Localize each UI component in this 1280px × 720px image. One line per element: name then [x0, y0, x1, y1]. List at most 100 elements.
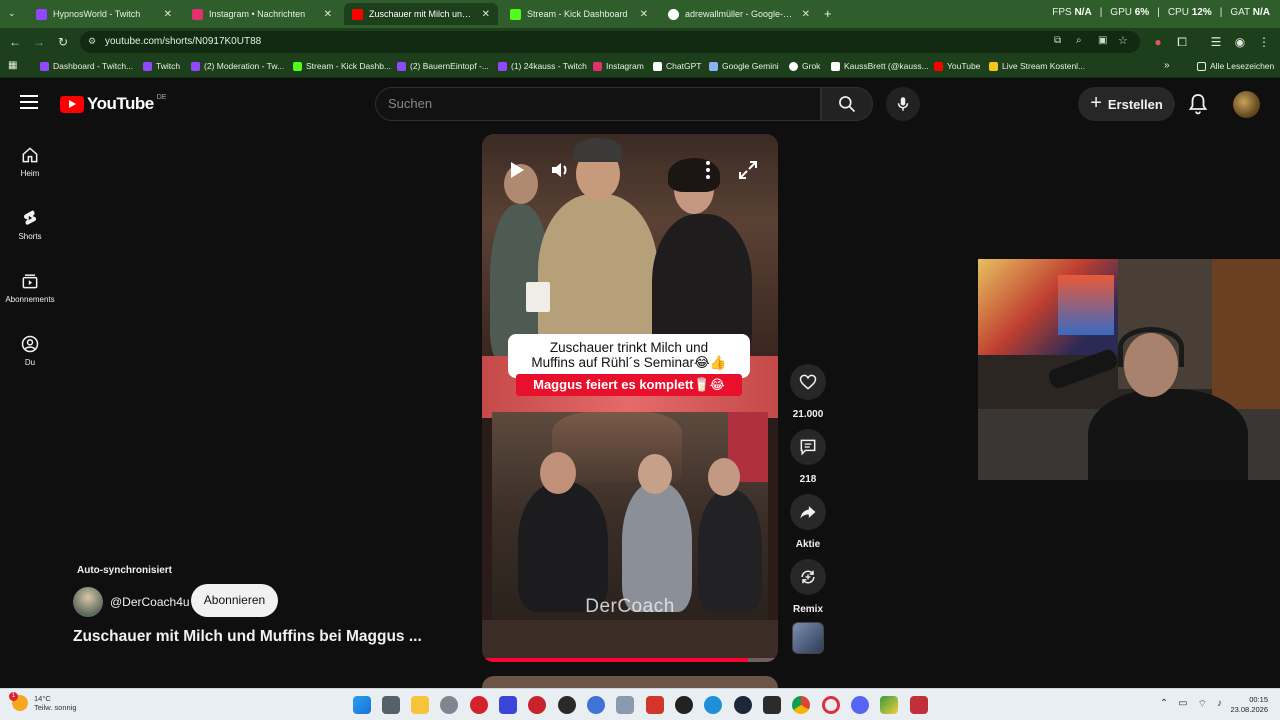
bookmark-item[interactable]: Instagram [593, 61, 644, 71]
sound-thumbnail[interactable] [792, 622, 824, 654]
bookmark-item[interactable]: Grok [789, 61, 820, 71]
next-short-preview[interactable] [482, 676, 778, 688]
media-controls-icon[interactable]: ☰ [1208, 34, 1224, 50]
opera-icon[interactable] [822, 696, 840, 714]
fullscreen-icon[interactable] [736, 158, 760, 182]
file-explorer-icon[interactable] [411, 696, 429, 714]
more-options-icon[interactable] [696, 158, 720, 182]
tray-chevron-icon[interactable]: ⌃ [1160, 698, 1168, 711]
translate-icon[interactable]: ⧉ [1054, 35, 1061, 46]
share-button[interactable] [790, 494, 826, 530]
speaker-icon[interactable]: ♪ [1217, 698, 1222, 711]
video-title[interactable]: Zuschauer mit Milch und Muffins bei Magg… [73, 628, 422, 646]
forward-icon[interactable]: → [31, 34, 47, 50]
notifications-button[interactable] [1186, 92, 1210, 116]
steam-icon[interactable] [734, 696, 752, 714]
search-button[interactable] [821, 87, 873, 121]
extension-record-icon[interactable]: ● [1150, 34, 1166, 50]
bookmark-item[interactable]: KaussBrett (@kauss... [831, 61, 929, 71]
subscribe-button[interactable]: Abonnieren [191, 584, 278, 617]
voice-search-button[interactable] [886, 87, 920, 121]
zoom-icon[interactable]: ⌕ [1076, 35, 1082, 46]
account-avatar[interactable] [1233, 91, 1260, 118]
channel-avatar[interactable] [73, 587, 103, 617]
network-icon[interactable]: ⌔ [1198, 698, 1207, 711]
more-bookmarks-icon[interactable]: » [1164, 60, 1170, 71]
play-icon[interactable] [504, 158, 528, 182]
close-icon[interactable]: ✕ [640, 9, 648, 20]
bookmark-item[interactable]: ChatGPT [653, 61, 701, 71]
close-icon[interactable]: ✕ [164, 9, 172, 20]
address-bar[interactable]: ⚙ youtube.com/shorts/N0917K0UT88 ⧉ ⌕ ▣ ☆ [80, 31, 1140, 53]
share-action[interactable]: Aktie [790, 494, 826, 550]
channel-handle[interactable]: @DerCoach4u [110, 595, 190, 609]
menu-kebab-icon[interactable]: ⋮ [1256, 34, 1272, 50]
shorts-video-player[interactable]: Zuschauer trinkt Milch und Muffins auf R… [482, 134, 778, 662]
all-bookmarks-folder[interactable]: Alle Lesezeichen [1197, 61, 1274, 71]
sidebar-item-subscriptions[interactable]: Abonnements [0, 271, 60, 321]
sidebar-item-home[interactable]: Heim [0, 145, 60, 195]
bookmark-item[interactable]: Google Gemini [709, 61, 779, 71]
volume-icon[interactable] [548, 158, 572, 182]
bookmark-item[interactable]: Twitch [143, 61, 180, 71]
remix-button[interactable] [790, 559, 826, 595]
cast-icon[interactable]: ▣ [1098, 35, 1107, 46]
obs-icon[interactable] [558, 696, 576, 714]
apps-grid-icon[interactable]: ▦ [8, 60, 17, 71]
bookmark-item[interactable]: (2) BauernEintopf -... [397, 61, 489, 71]
bookmark-item[interactable]: Live Stream Kostenl... [989, 61, 1085, 71]
dark-app-icon[interactable] [675, 696, 693, 714]
red-square-app-icon[interactable] [646, 696, 664, 714]
display-icon[interactable]: ▭ [1178, 698, 1187, 711]
comment-button[interactable] [790, 429, 826, 465]
close-icon[interactable]: ✕ [482, 9, 490, 20]
bookmark-item[interactable]: (2) Moderation - Tw... [191, 61, 284, 71]
like-button[interactable] [790, 364, 826, 400]
new-tab-button[interactable]: + [824, 6, 832, 21]
create-button[interactable]: + Erstellen [1078, 87, 1175, 121]
terminal-app-icon[interactable] [763, 696, 781, 714]
remix-action[interactable]: Remix [790, 559, 826, 615]
comment-action[interactable]: 218 [790, 429, 826, 485]
video-progress-bar[interactable] [482, 658, 778, 662]
bookmark-item[interactable]: Stream - Kick Dashb... [293, 61, 391, 71]
search-input[interactable] [388, 96, 808, 111]
tab-twitch[interactable]: HypnosWorld - Twitch ✕ [28, 3, 180, 25]
sidebar-item-you[interactable]: Du [0, 334, 60, 384]
like-action[interactable]: 21.000 [790, 364, 826, 420]
bookmark-star-icon[interactable]: ☆ [1118, 34, 1128, 47]
mouse-app-icon[interactable] [440, 696, 458, 714]
tab-kick-dashboard[interactable]: Stream - Kick Dashboard ✕ [502, 3, 656, 25]
tab-youtube-short[interactable]: Zuschauer mit Milch und Muffi ✕ [344, 3, 498, 25]
back-icon[interactable]: ← [7, 34, 23, 50]
settings-app-icon[interactable] [616, 696, 634, 714]
calculator-icon[interactable] [382, 696, 400, 714]
menu-icon[interactable] [20, 95, 38, 109]
close-icon[interactable]: ✕ [324, 9, 332, 20]
discord-icon[interactable] [851, 696, 869, 714]
reload-icon[interactable]: ↻ [55, 34, 71, 50]
bookmark-item[interactable]: Dashboard - Twitch... [40, 61, 133, 71]
youtube-logo[interactable]: YouTube DE [60, 94, 166, 114]
site-info-icon[interactable]: ⚙ [88, 36, 100, 48]
game-app-icon[interactable] [880, 696, 898, 714]
taskbar-clock[interactable]: 00:15 23.08.2026 [1230, 695, 1268, 715]
search-box[interactable] [375, 87, 821, 121]
blue-circle-app-icon[interactable] [704, 696, 722, 714]
bookmark-item[interactable]: YouTube [934, 61, 980, 71]
tab-instagram[interactable]: Instagram • Nachrichten ✕ [184, 3, 340, 25]
weather-widget[interactable]: 1 14°C Teilw. sonnig [9, 692, 77, 712]
v-app-icon[interactable] [499, 696, 517, 714]
red-tool-app-icon[interactable] [910, 696, 928, 714]
windows-start-icon[interactable] [353, 696, 371, 714]
extensions-icon[interactable]: ⧠ [1174, 34, 1190, 50]
bookmark-item[interactable]: (1) 24kauss - Twitch [498, 61, 587, 71]
profile-icon[interactable]: ◉ [1232, 34, 1248, 50]
red-app-icon[interactable] [528, 696, 546, 714]
tab-google-search[interactable]: adrewallmüller - Google-Suche ✕ [660, 3, 818, 25]
tab-search-chevron-icon[interactable]: ⌄ [8, 8, 16, 19]
close-icon[interactable]: ✕ [802, 9, 810, 20]
sidebar-item-shorts[interactable]: Shorts [0, 208, 60, 258]
chrome-icon[interactable] [792, 696, 810, 714]
vpn-app-icon[interactable] [470, 696, 488, 714]
